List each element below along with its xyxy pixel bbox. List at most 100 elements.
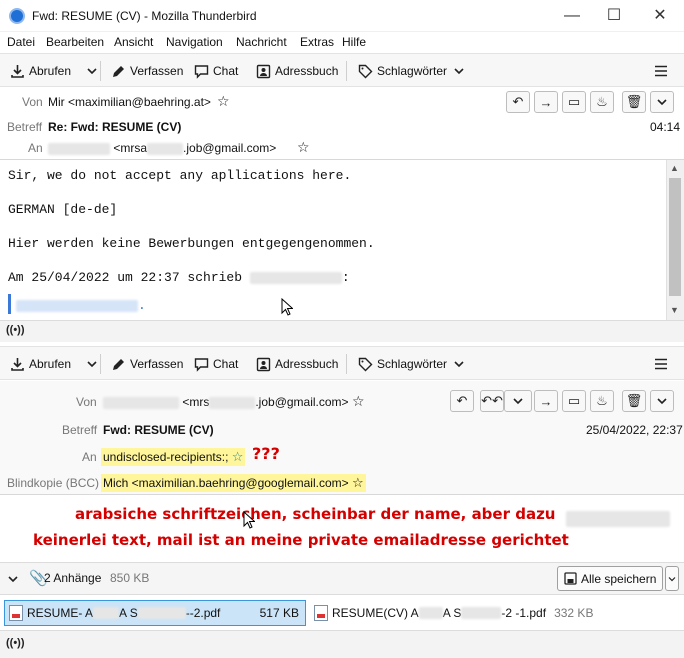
more-button[interactable] [650, 91, 674, 113]
bcc-value[interactable]: Mich <maximilian.baehring@googlemail.com… [101, 474, 366, 492]
pdf-file-icon [9, 605, 23, 621]
address-book-button[interactable]: Adressbuch [255, 62, 338, 80]
star-icon[interactable]: ☆ [297, 139, 310, 156]
message1-header: Von Mir <maximilian@baehring.at> ☆ Betre… [0, 88, 684, 160]
attachment-count: 2 Anhänge [44, 571, 102, 585]
to-value[interactable]: <mrsa .job@gmail.com> [48, 141, 276, 155]
chat-button[interactable]: Chat [193, 355, 238, 373]
get-mail-dropdown[interactable] [84, 355, 100, 373]
message1-body[interactable]: Sir, we do not accept any apllications h… [0, 160, 666, 320]
scroll-down-icon[interactable]: ▼ [670, 305, 679, 315]
save-all-button[interactable]: Alle speichern [557, 566, 663, 591]
flame-icon: ♨ [596, 94, 608, 109]
save-all-dropdown[interactable] [665, 566, 679, 591]
attachment-name: RESUME(CV) A [332, 606, 419, 620]
delete-button[interactable]: 🗑 [622, 91, 646, 113]
attachment-item[interactable]: RESUME- A A S --2.pdf 517 KB [4, 600, 306, 626]
flame-icon: ♨ [596, 393, 608, 408]
forward-button[interactable]: → [534, 390, 558, 412]
menu-nachricht[interactable]: Nachricht [236, 35, 287, 49]
tags-label: Schlagwörter [377, 64, 448, 78]
window-title: Fwd: RESUME (CV) - Mozilla Thunderbird [32, 9, 257, 23]
attachment-item[interactable]: RESUME(CV) A A S -2 -1.pdf 332 KB [312, 600, 612, 626]
from-value[interactable]: Mir <maximilian@baehring.at> [48, 95, 211, 109]
menu-navigation[interactable]: Navigation [166, 35, 223, 49]
redacted-text [147, 142, 184, 155]
attachment-size: 332 KB [554, 606, 594, 620]
online-status-icon[interactable]: ((•)) [6, 324, 25, 336]
attachment-name: A S [119, 606, 138, 620]
main-toolbar: Abrufen Verfassen Chat Adressbuch Schlag… [0, 53, 684, 87]
write-button[interactable]: Verfassen [110, 62, 183, 80]
body-arabic-text [566, 511, 670, 527]
message-window-toolbar: Abrufen Verfassen Chat Adressbuch Schlag… [0, 346, 684, 380]
star-icon[interactable]: ☆ [352, 393, 365, 410]
menu-bearbeiten[interactable]: Bearbeiten [46, 35, 104, 49]
write-button[interactable]: Verfassen [110, 355, 183, 373]
archive-button[interactable]: ▭ [562, 390, 586, 412]
app-menu-button[interactable] [653, 62, 669, 80]
star-icon[interactable]: ☆ [217, 93, 230, 110]
tag-icon [357, 356, 373, 372]
chevron-down-icon [513, 398, 523, 405]
redacted-text [103, 396, 179, 409]
minimize-button[interactable]: — [562, 6, 582, 26]
get-mail-button[interactable]: Abrufen [9, 62, 71, 80]
forward-button[interactable]: → [534, 91, 558, 113]
reply-button[interactable]: ↶ [506, 91, 530, 113]
address-book-button[interactable]: Adressbuch [255, 355, 338, 373]
star-icon[interactable]: ☆ [232, 449, 244, 464]
redacted-text [209, 396, 256, 409]
get-mail-dropdown[interactable] [84, 62, 100, 80]
scroll-up-icon[interactable]: ▲ [670, 163, 679, 173]
pdf-file-icon [314, 605, 328, 621]
toolbar-separator [346, 61, 347, 81]
mouse-cursor-icon [281, 297, 294, 319]
from-value-part: .job@gmail.com> [255, 395, 349, 409]
toggle-attachments-button[interactable] [8, 572, 18, 586]
tags-button[interactable]: Schlagwörter [357, 62, 467, 80]
menu-datei[interactable]: Datei [7, 35, 35, 49]
redacted-text [418, 607, 443, 619]
junk-button[interactable]: ♨ [590, 91, 614, 113]
chevron-down-icon [8, 576, 18, 583]
get-mail-label: Abrufen [29, 357, 72, 371]
bcc-value-text: Mich <maximilian.baehring@googlemail.com… [103, 476, 349, 490]
subject-label: Betreff [7, 120, 43, 134]
more-button[interactable] [650, 390, 674, 412]
tags-button[interactable]: Schlagwörter [357, 355, 467, 373]
forward-icon: → [539, 393, 553, 409]
save-all-label: Alle speichern [581, 571, 657, 586]
archive-icon: ▭ [567, 393, 581, 408]
chat-button[interactable]: Chat [193, 62, 238, 80]
junk-button[interactable]: ♨ [590, 390, 614, 412]
quote-bar [8, 294, 11, 314]
chat-icon [193, 356, 209, 372]
attachment-size: 517 KB [259, 606, 299, 620]
maximize-button[interactable]: ☐ [604, 6, 624, 26]
menu-extras[interactable]: Extras [300, 35, 334, 49]
redacted-text [137, 607, 186, 619]
get-mail-button[interactable]: Abrufen [9, 355, 71, 373]
archive-icon: ▭ [567, 94, 581, 109]
to-value[interactable]: undisclosed-recipients:; ☆ [101, 448, 246, 466]
close-button[interactable]: ✕ [650, 6, 670, 26]
attachment-name: A S [442, 606, 462, 620]
to-value-part: <mrsa [113, 141, 148, 155]
address-book-icon [255, 356, 271, 372]
app-menu-button[interactable] [653, 355, 669, 373]
star-icon[interactable]: ☆ [352, 475, 364, 490]
online-status-icon[interactable]: ((•)) [6, 637, 25, 649]
reply-all-dropdown[interactable] [504, 390, 532, 412]
reply-all-button[interactable]: ↶↶ [480, 390, 504, 412]
download-icon [9, 63, 25, 79]
menu-ansicht[interactable]: Ansicht [114, 35, 153, 49]
reply-button[interactable]: ↶ [450, 390, 474, 412]
scrollbar-thumb[interactable] [669, 178, 681, 296]
archive-button[interactable]: ▭ [562, 91, 586, 113]
message2-body[interactable]: arabsiche schriftzeichen, scheinbar der … [0, 495, 684, 562]
menu-hilfe[interactable]: Hilfe [342, 35, 366, 49]
delete-button[interactable]: 🗑 [622, 390, 646, 412]
mouse-cursor-icon [243, 510, 256, 532]
from-value[interactable]: <mrs .job@gmail.com> [103, 395, 349, 409]
